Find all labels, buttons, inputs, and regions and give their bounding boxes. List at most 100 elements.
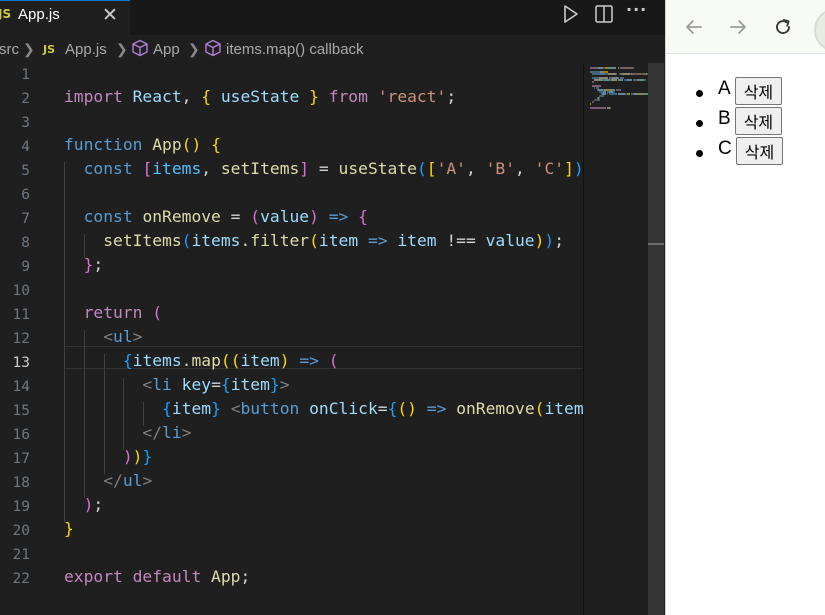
back-arrow-icon[interactable] — [681, 14, 707, 40]
code-line[interactable]: <ul> — [64, 327, 142, 351]
delete-button[interactable]: 삭제 — [734, 77, 783, 105]
line-number: 20 — [12, 523, 30, 539]
breadcrumb-app[interactable]: App — [153, 41, 180, 58]
line-number: 11 — [12, 307, 30, 323]
profile-avatar[interactable] — [814, 8, 825, 52]
line-number: 12 — [12, 331, 30, 347]
list-item: C 삭제 — [696, 137, 784, 168]
javascript-file-icon: JS — [43, 43, 56, 56]
item-label: B — [718, 108, 731, 129]
minimap-token — [590, 67, 598, 69]
reload-icon[interactable] — [770, 14, 796, 40]
minimap-token — [634, 93, 643, 95]
line-number: 2 — [21, 91, 30, 107]
minimap-token — [607, 67, 617, 69]
scrollbar-thumb[interactable] — [648, 63, 664, 615]
line-number: 21 — [12, 547, 30, 563]
breadcrumb-src[interactable]: src — [0, 41, 19, 58]
browser-toolbar — [666, 0, 825, 54]
tab-label: App.js — [18, 6, 60, 23]
code-line[interactable]: return ( — [64, 303, 162, 327]
minimap-token — [592, 73, 599, 75]
item-label: C — [718, 138, 732, 159]
split-editor-icon[interactable] — [594, 4, 614, 28]
delete-button[interactable]: 삭제 — [735, 137, 784, 165]
line-number: 10 — [12, 283, 30, 299]
code-line[interactable]: }; — [64, 255, 104, 279]
browser-preview: A 삭제 B 삭제 C 삭제 — [665, 0, 825, 615]
code-line[interactable]: ); — [64, 495, 104, 519]
scrollbar-cursor-marker — [648, 243, 664, 245]
minimap-token — [617, 93, 626, 95]
code-line[interactable]: } — [64, 519, 74, 543]
minimap-token — [645, 79, 647, 81]
more-actions-icon[interactable]: ··· — [626, 0, 647, 19]
code-line[interactable]: const [items, setItems] = useState(['A',… — [64, 159, 584, 183]
line-number: 8 — [21, 235, 30, 251]
code-line[interactable]: </ul> — [64, 471, 152, 495]
cube-symbol-icon — [204, 39, 222, 61]
minimap-token — [627, 93, 630, 95]
minimap-token — [632, 67, 634, 69]
breadcrumb-file[interactable]: App.js — [65, 41, 107, 58]
code-line[interactable]: const onRemove = (value) => { — [64, 207, 368, 231]
line-number: 6 — [21, 187, 30, 203]
code-area[interactable]: import React, { useState } from 'react';… — [64, 63, 584, 615]
line-number: 1 — [21, 67, 30, 83]
forward-arrow-icon[interactable] — [725, 14, 751, 40]
minimap-token — [603, 95, 605, 97]
chevron-right-icon: ❯ — [188, 41, 200, 57]
code-line[interactable]: export default App; — [64, 567, 250, 591]
chevron-right-icon: ❯ — [116, 41, 128, 57]
minimap-token — [625, 67, 633, 69]
minimap-token — [617, 67, 619, 69]
code-line[interactable]: </li> — [64, 423, 191, 447]
line-number: 14 — [12, 379, 30, 395]
editor-scrollbar[interactable] — [648, 63, 664, 615]
code-editor[interactable]: JS App.js ✕ ··· src ❯ JS App.js ❯ App ❯ … — [0, 0, 665, 615]
line-number: 17 — [12, 451, 30, 467]
minimap-token — [594, 79, 604, 81]
bullet-icon — [696, 90, 703, 97]
line-number: 5 — [21, 163, 30, 179]
minimap-token — [610, 79, 618, 81]
bullet-icon — [696, 120, 703, 127]
line-number: 7 — [21, 211, 30, 227]
line-number-gutter: 1 2 3 4 5 6 7 8 9 10 11 12 13 14 15 16 17 18 19 20 21 22 — [0, 63, 48, 615]
line-number: 13 — [12, 355, 30, 371]
editor-tab-bar: JS App.js ✕ ··· — [0, 0, 665, 35]
minimap-token — [609, 107, 611, 109]
minimap[interactable] — [584, 63, 650, 615]
code-line[interactable]: setItems(items.filter(item => item !== v… — [64, 231, 564, 255]
item-label: A — [718, 78, 731, 99]
close-tab-icon[interactable]: ✕ — [102, 4, 118, 26]
code-line[interactable]: {item} <button onClick={() => onRemove(i… — [64, 399, 584, 423]
run-icon[interactable] — [562, 4, 580, 28]
code-line[interactable]: function App() { — [64, 135, 221, 159]
minimap-token — [590, 107, 598, 109]
line-number: 3 — [21, 115, 30, 131]
minimap-token — [606, 93, 608, 95]
bullet-icon — [696, 150, 703, 157]
tab-app-js[interactable]: JS App.js ✕ — [0, 0, 130, 35]
minimap-token — [599, 85, 601, 87]
minimap-token — [627, 79, 632, 81]
minimap-token — [616, 73, 618, 75]
chevron-right-icon: ❯ — [23, 41, 35, 57]
line-number: 9 — [21, 259, 30, 275]
minimap-token — [619, 89, 621, 91]
code-line[interactable]: ))} — [64, 447, 152, 471]
minimap-token — [609, 93, 618, 95]
line-number: 4 — [21, 139, 30, 155]
delete-button[interactable]: 삭제 — [734, 107, 783, 135]
breadcrumb-callback[interactable]: items.map() callback — [226, 41, 364, 58]
code-line[interactable]: {items.map((item) => ( — [64, 351, 339, 375]
item-list: A 삭제 B 삭제 C 삭제 — [696, 77, 784, 168]
code-line[interactable]: <li key={item}> — [64, 375, 289, 399]
cube-symbol-icon — [131, 39, 149, 61]
minimap-token — [593, 101, 595, 103]
code-line[interactable]: import React, { useState } from 'react'; — [64, 87, 456, 111]
line-number: 15 — [12, 403, 30, 419]
line-number: 22 — [12, 571, 30, 587]
line-number: 18 — [12, 475, 30, 491]
